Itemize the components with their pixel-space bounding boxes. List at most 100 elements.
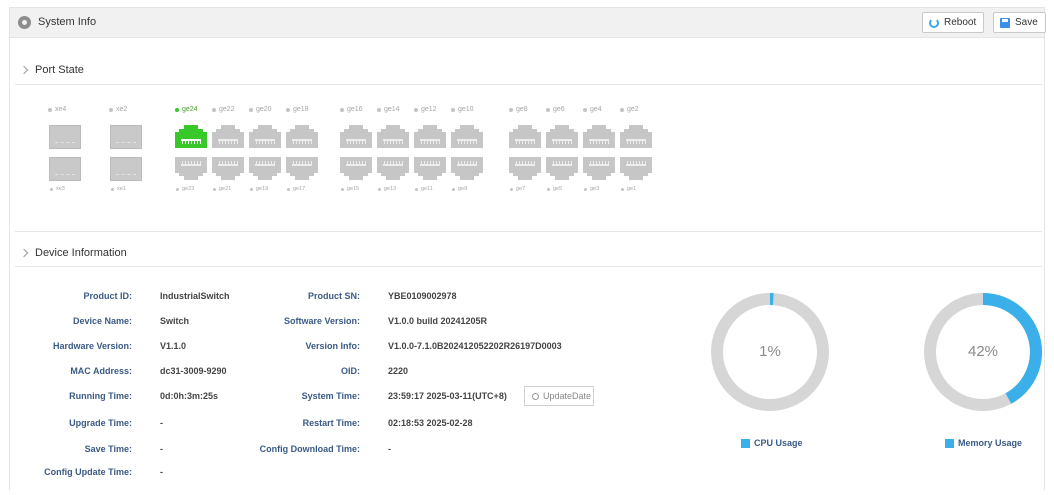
sfp-port-xe2[interactable] bbox=[110, 125, 142, 149]
rj45-port-ge3[interactable] bbox=[583, 157, 615, 180]
rj45-port-ge17[interactable] bbox=[286, 157, 318, 180]
rj45-port-ge1[interactable] bbox=[620, 157, 652, 180]
rj45-port-ge6[interactable] bbox=[546, 125, 578, 148]
update-date-label: UpdateDate bbox=[543, 391, 592, 401]
port-status-dot bbox=[341, 187, 344, 191]
rj45-port-ge13[interactable] bbox=[377, 157, 409, 180]
save-button[interactable]: Save bbox=[993, 12, 1046, 33]
port-label-text: xe1 bbox=[117, 186, 126, 192]
rj45-port-ge8[interactable] bbox=[509, 125, 541, 148]
device-field-label: System Time: bbox=[301, 391, 360, 401]
port-status-dot bbox=[415, 187, 418, 191]
rj45-port-ge5[interactable] bbox=[546, 157, 578, 180]
port-label-text: ge8 bbox=[516, 106, 528, 113]
reboot-button-label: Reboot bbox=[944, 17, 977, 28]
device-field-value: 0d:0h:3m:25s bbox=[160, 391, 219, 401]
reboot-button[interactable]: Reboot bbox=[922, 12, 985, 33]
device-field-value: V1.1.0 bbox=[160, 341, 187, 351]
rj45-port-ge24[interactable] bbox=[175, 125, 207, 148]
rj45-port-ge21[interactable] bbox=[212, 157, 244, 180]
rj45-port-ge19[interactable] bbox=[249, 157, 281, 180]
port-status-dot bbox=[378, 187, 381, 191]
port-label-text: ge20 bbox=[256, 106, 272, 113]
device-field-value: 2220 bbox=[388, 366, 409, 376]
port-label: xe4 bbox=[48, 106, 66, 113]
rj45-port-ge11[interactable] bbox=[414, 157, 446, 180]
port-status-dot bbox=[111, 187, 114, 191]
sfp-port-xe1[interactable] bbox=[110, 157, 142, 181]
rj45-port-ge20[interactable] bbox=[249, 125, 281, 148]
port-label-text: xe2 bbox=[116, 106, 128, 113]
port-label-text: ge14 bbox=[384, 106, 400, 113]
rj45-port-ge2[interactable] bbox=[620, 125, 652, 148]
port-label: ge5 bbox=[547, 186, 562, 192]
port-label-text: ge13 bbox=[384, 186, 397, 192]
device-field-label: MAC Address: bbox=[70, 366, 132, 376]
rj45-port-ge23[interactable] bbox=[175, 157, 207, 180]
port-status-dot bbox=[175, 107, 179, 112]
divider bbox=[15, 266, 1042, 267]
port-label: ge15 bbox=[341, 186, 359, 192]
port-label-text: ge6 bbox=[553, 106, 565, 113]
port-label-text: ge12 bbox=[421, 106, 437, 113]
port-label: ge9 bbox=[452, 186, 467, 192]
port-label: ge1 bbox=[621, 186, 636, 192]
port-label: ge21 bbox=[213, 186, 231, 192]
chevron-right-icon bbox=[19, 65, 29, 75]
port-status-dot bbox=[583, 107, 587, 112]
port-label-text: ge18 bbox=[293, 106, 309, 113]
sfp-port-xe4[interactable] bbox=[49, 125, 81, 149]
port-status-dot bbox=[213, 187, 216, 191]
port-state-title: Port State bbox=[35, 64, 84, 76]
rj45-port-ge7[interactable] bbox=[509, 157, 541, 180]
port-label-text: ge23 bbox=[182, 186, 195, 192]
rj45-port-ge4[interactable] bbox=[583, 125, 615, 148]
device-field-label: Version Info: bbox=[305, 341, 360, 351]
port-label-text: ge5 bbox=[553, 186, 563, 192]
port-status-dot bbox=[452, 187, 455, 191]
port-label: ge23 bbox=[176, 186, 194, 192]
rj45-port-ge18[interactable] bbox=[286, 125, 318, 148]
device-field-label: Upgrade Time: bbox=[69, 418, 132, 428]
port-label-text: ge21 bbox=[219, 186, 232, 192]
port-label-text: ge3 bbox=[590, 186, 600, 192]
port-label: ge11 bbox=[415, 186, 433, 192]
port-label: xe3 bbox=[50, 186, 65, 192]
port-label: ge13 bbox=[378, 186, 396, 192]
device-field-label: Product SN: bbox=[307, 291, 360, 301]
device-info-header[interactable]: Device Information bbox=[19, 243, 127, 263]
port-state-header[interactable]: Port State bbox=[19, 60, 84, 80]
device-field-value: 23:59:17 2025-03-11(UTC+8) bbox=[388, 391, 507, 401]
title-bar: System Info Reboot Save bbox=[9, 7, 1046, 38]
sfp-port-xe3[interactable] bbox=[49, 157, 81, 181]
port-label-text: ge10 bbox=[458, 106, 474, 113]
rj45-port-ge12[interactable] bbox=[414, 125, 446, 148]
rj45-port-ge9[interactable] bbox=[451, 157, 483, 180]
port-label: ge4 bbox=[583, 106, 602, 113]
port-label: ge2 bbox=[620, 106, 639, 113]
port-label: ge18 bbox=[286, 106, 309, 113]
update-date-button[interactable]: UpdateDate bbox=[524, 386, 594, 406]
port-status-dot bbox=[584, 187, 587, 191]
port-status-dot bbox=[212, 107, 216, 112]
rj45-port-ge15[interactable] bbox=[340, 157, 372, 180]
device-field-value: - bbox=[160, 467, 163, 477]
device-field-value: V1.0.0-7.1.0B202412052202R26197D0003 bbox=[388, 341, 562, 351]
port-status-dot bbox=[50, 187, 53, 191]
floppy-disk-icon bbox=[1000, 17, 1010, 28]
device-field-value: dc31-3009-9290 bbox=[160, 366, 227, 376]
rj45-port-ge10[interactable] bbox=[451, 125, 483, 148]
device-info-title: Device Information bbox=[35, 247, 127, 259]
device-field-label: Hardware Version: bbox=[52, 341, 132, 351]
legend-swatch bbox=[945, 438, 954, 448]
port-label-text: ge19 bbox=[256, 186, 269, 192]
port-label-text: ge16 bbox=[347, 106, 363, 113]
rj45-port-ge16[interactable] bbox=[340, 125, 372, 148]
port-status-dot bbox=[109, 107, 113, 112]
device-field-label: Device Name: bbox=[72, 316, 132, 326]
device-field-value: - bbox=[160, 418, 163, 428]
port-label-text: xe3 bbox=[56, 186, 65, 192]
rj45-port-ge22[interactable] bbox=[212, 125, 244, 148]
rj45-port-ge14[interactable] bbox=[377, 125, 409, 148]
cpu-usage-legend: CPU Usage bbox=[741, 438, 803, 448]
